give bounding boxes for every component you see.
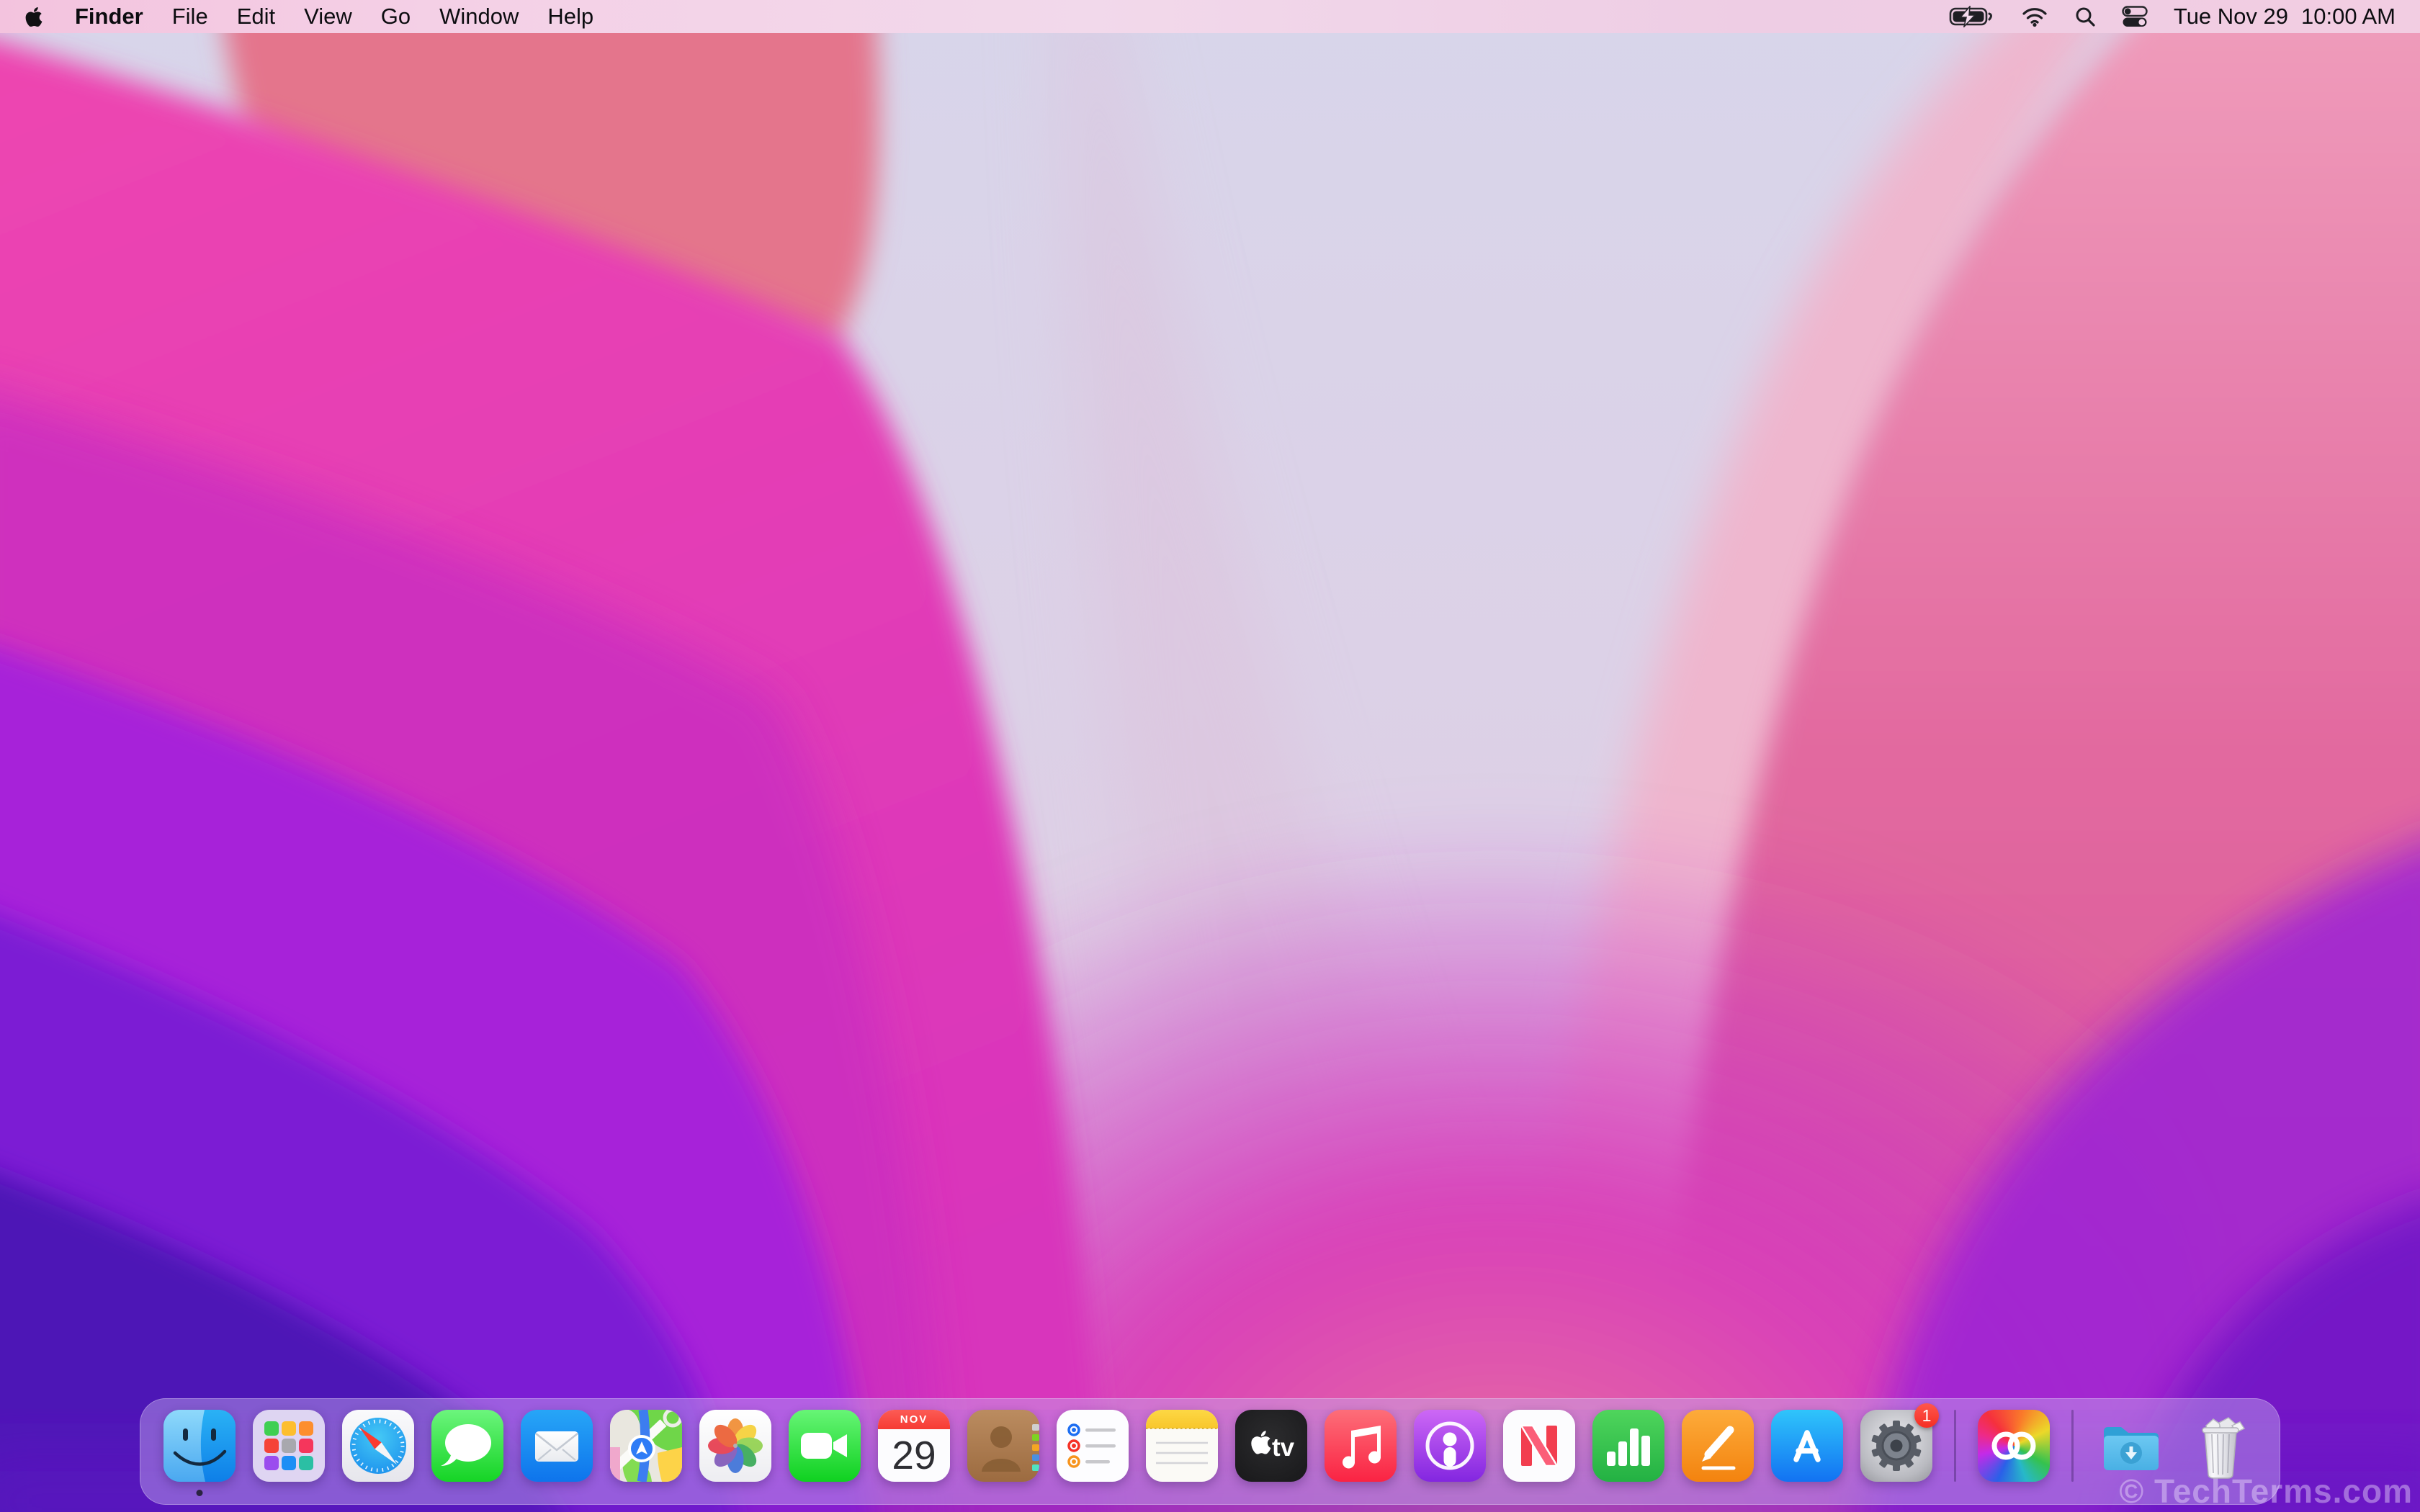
menu-item-view[interactable]: View [304, 4, 352, 30]
dock-item-creative-cloud[interactable] [1978, 1410, 2050, 1482]
watermark: © TechTerms.com [2119, 1472, 2413, 1511]
finder-icon [163, 1410, 236, 1482]
monterey-wallpaper-art [0, 0, 2420, 1512]
numbers-icon [1592, 1410, 1664, 1482]
calendar-month-label: NOV [878, 1410, 950, 1429]
apple-logo-icon [24, 6, 43, 28]
menu-clock[interactable]: Tue Nov 29 10:00 AM [2174, 4, 2396, 30]
dock-item-numbers[interactable] [1592, 1410, 1664, 1482]
search-icon [2074, 6, 2096, 27]
dock-item-trash[interactable] [2184, 1410, 2257, 1482]
dock-item-photos[interactable] [699, 1410, 771, 1482]
menu-item-window[interactable]: Window [439, 4, 519, 30]
wifi-indicator[interactable] [2021, 6, 2048, 27]
notes-icon [1146, 1410, 1218, 1482]
dock-item-app-store[interactable] [1771, 1410, 1843, 1482]
menu-bar: Finder File Edit View Go Window Help Tue… [0, 0, 2420, 33]
menu-item-file[interactable]: File [172, 4, 208, 30]
control-center[interactable] [2122, 6, 2148, 27]
facetime-icon [789, 1410, 861, 1482]
podcasts-icon [1414, 1410, 1486, 1482]
safari-icon [342, 1410, 414, 1482]
creative-cloud-icon [1978, 1410, 2050, 1482]
dock-item-messages[interactable] [431, 1410, 503, 1482]
dock-item-notes[interactable] [1146, 1410, 1218, 1482]
reminders-icon [1057, 1410, 1129, 1482]
contacts-icon [967, 1410, 1039, 1482]
dock-item-mail[interactable] [521, 1410, 593, 1482]
messages-icon [431, 1410, 503, 1482]
dock-item-calendar[interactable]: NOV 29 [878, 1410, 950, 1482]
downloads-folder-icon [2095, 1410, 2167, 1482]
battery-charging-icon [1949, 6, 1995, 27]
clock-time: 10:00 AM [2301, 4, 2396, 30]
launchpad-icon [253, 1410, 325, 1482]
dock-item-downloads[interactable] [2095, 1410, 2167, 1482]
dock-item-news[interactable] [1503, 1410, 1575, 1482]
apple-menu[interactable] [24, 6, 43, 28]
dock-item-pages[interactable] [1682, 1410, 1754, 1482]
dock: NOV 29 [140, 1398, 2280, 1505]
maps-icon [610, 1410, 682, 1482]
trash-full-icon [2184, 1410, 2257, 1482]
dock-item-launchpad[interactable] [253, 1410, 325, 1482]
dock-item-podcasts[interactable] [1414, 1410, 1486, 1482]
dock-item-contacts[interactable] [967, 1410, 1039, 1482]
spotlight-search[interactable] [2074, 6, 2096, 27]
notification-badge: 1 [1914, 1403, 1939, 1428]
dock-item-system-preferences[interactable]: 1 [1860, 1410, 1932, 1482]
tv-label: tv [1272, 1434, 1295, 1462]
desktop-wallpaper [0, 0, 2420, 1512]
dock-item-facetime[interactable] [789, 1410, 861, 1482]
wifi-icon [2021, 6, 2048, 27]
news-icon [1503, 1410, 1575, 1482]
menu-bar-status-area: Tue Nov 29 10:00 AM [1949, 4, 2396, 30]
menu-bar-left: Finder File Edit View Go Window Help [24, 4, 593, 30]
menu-item-help[interactable]: Help [547, 4, 593, 30]
control-center-icon [2122, 6, 2148, 27]
running-indicator-dot [197, 1490, 203, 1496]
dock-item-safari[interactable] [342, 1410, 414, 1482]
clock-date: Tue Nov 29 [2174, 4, 2288, 30]
music-icon [1325, 1410, 1397, 1482]
dock-item-finder[interactable] [163, 1410, 236, 1482]
apple-tv-icon: tv [1235, 1410, 1307, 1482]
dock-item-maps[interactable] [610, 1410, 682, 1482]
mail-icon [521, 1410, 593, 1482]
photos-icon [699, 1410, 771, 1482]
dock-item-tv[interactable]: tv [1235, 1410, 1307, 1482]
dock-item-reminders[interactable] [1057, 1410, 1129, 1482]
dock-separator [1954, 1410, 1956, 1482]
pages-icon [1682, 1410, 1754, 1482]
menu-item-edit[interactable]: Edit [237, 4, 275, 30]
menu-item-finder[interactable]: Finder [75, 4, 143, 30]
app-store-icon [1771, 1410, 1843, 1482]
dock-separator [2071, 1410, 2074, 1482]
calendar-day-label: 29 [878, 1429, 950, 1482]
dock-item-music[interactable] [1325, 1410, 1397, 1482]
battery-indicator[interactable] [1949, 6, 1995, 27]
menu-item-go[interactable]: Go [381, 4, 411, 30]
